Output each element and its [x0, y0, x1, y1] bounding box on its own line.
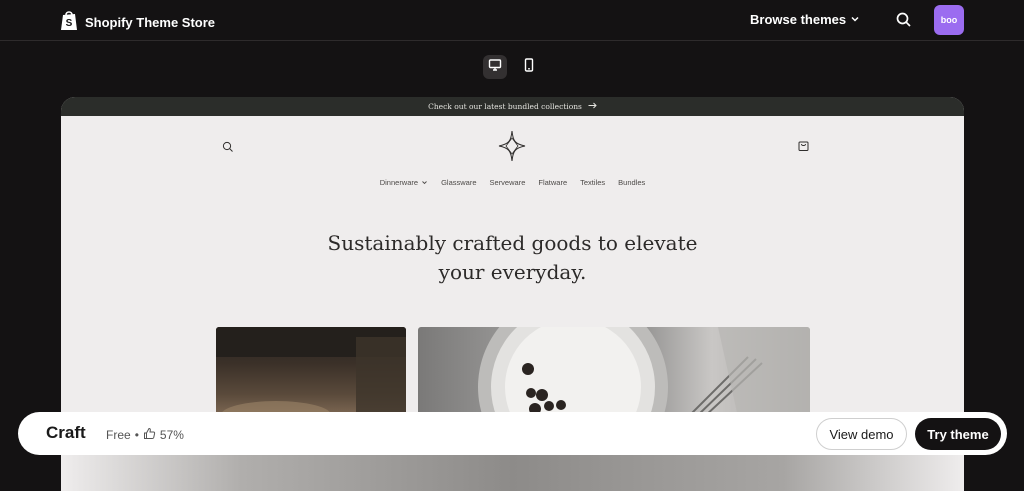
try-theme-button[interactable]: Try theme [915, 418, 1001, 450]
store-nav-item-glassware[interactable]: Glassware [441, 178, 476, 187]
store-nav-label: Dinnerware [379, 178, 419, 187]
store-nav-item-flatware[interactable]: Flatware [538, 178, 567, 187]
store-search-icon[interactable] [222, 140, 234, 152]
arrow-right-icon [588, 102, 597, 111]
top-bar: S Shopify Theme Store Browse themes boo [0, 0, 1024, 41]
mobile-view-button[interactable] [517, 55, 541, 79]
announcement-text: Check out our latest bundled collections [428, 102, 582, 111]
browse-themes-button[interactable]: Browse themes [750, 12, 860, 27]
avatar[interactable]: boo [934, 5, 964, 35]
mobile-icon [523, 57, 535, 77]
thumbs-up-icon [143, 427, 156, 443]
shopify-bag-icon: S [60, 9, 78, 36]
hero-line-1: Sustainably crafted goods to elevate [327, 231, 698, 255]
theme-meta: Free • 57% [106, 427, 184, 443]
theme-name: Craft [46, 423, 86, 442]
hero-line-2: your everyday. [438, 260, 587, 284]
store-nav-item-serveware[interactable]: Serveware [490, 178, 526, 187]
cart-icon[interactable] [797, 139, 810, 152]
product-image-left[interactable] [216, 327, 406, 417]
device-toggle [483, 55, 541, 79]
desktop-view-button[interactable] [483, 55, 507, 79]
store-nav: Dinnerware Glassware Serveware Flatware … [61, 178, 964, 187]
product-image-right[interactable] [418, 327, 810, 417]
svg-text:S: S [66, 18, 73, 29]
search-icon[interactable] [895, 11, 913, 29]
desktop-icon [488, 58, 502, 77]
hero-heading: Sustainably crafted goods to elevate you… [61, 229, 964, 287]
browse-themes-label: Browse themes [750, 12, 847, 27]
store-logo-icon[interactable] [498, 130, 526, 162]
store-nav-item-dinnerware[interactable]: Dinnerware [380, 178, 428, 187]
theme-price: Free [106, 428, 131, 442]
brand-name: Shopify Theme Store [85, 15, 216, 30]
announcement-bar[interactable]: Check out our latest bundled collections [61, 97, 964, 116]
chevron-down-icon [421, 179, 428, 186]
view-demo-button[interactable]: View demo [816, 418, 907, 450]
store-nav-item-bundles[interactable]: Bundles [618, 178, 645, 187]
theme-rating: 57% [159, 428, 184, 442]
theme-info-bar: Craft Free • 57% View demo Try theme [18, 412, 1007, 455]
chevron-down-icon [850, 12, 860, 27]
store-nav-item-textiles[interactable]: Textiles [580, 178, 605, 187]
blurred-content [61, 451, 964, 491]
separator-dot: • [134, 428, 139, 442]
shopify-brand[interactable]: S Shopify Theme Store [60, 9, 215, 36]
